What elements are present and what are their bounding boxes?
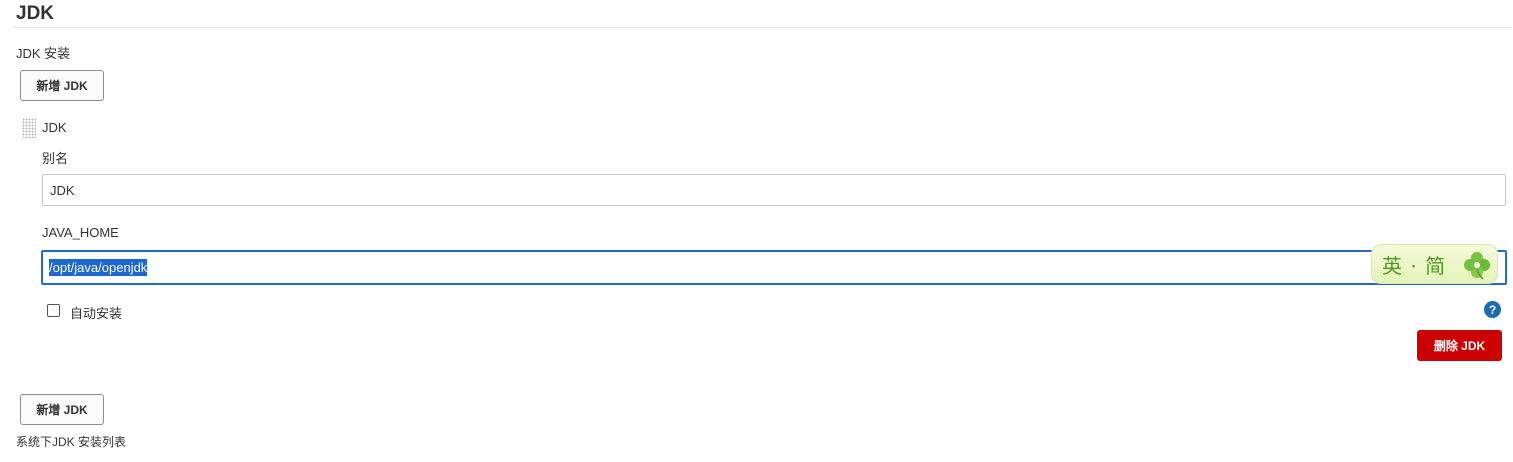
jdk-config-page: JDK JDK 安装 新增 JDK JDK 别名 JDK JAVA_HOME /… (0, 0, 1513, 462)
alias-label: 别名 (42, 151, 69, 166)
delete-jdk-button[interactable]: 删除 JDK (1417, 330, 1502, 361)
section-divider (14, 27, 1512, 28)
ime-status-indicator[interactable]: 英 · 简 (1371, 244, 1498, 284)
auto-install-checkbox[interactable] (47, 304, 60, 317)
alias-input-value: JDK (50, 182, 75, 198)
section-title: JDK (16, 3, 55, 24)
add-jdk-button-bottom[interactable]: 新增 JDK (20, 394, 104, 425)
drag-handle-icon[interactable] (22, 118, 36, 138)
jdk-list-description: 系统下JDK 安装列表 (16, 435, 127, 449)
java-home-input-value: /opt/java/openjdk (49, 259, 148, 276)
add-jdk-button-top[interactable]: 新增 JDK (20, 70, 104, 101)
java-home-label: JAVA_HOME (42, 225, 119, 240)
clover-icon (1464, 252, 1490, 280)
jdk-installations-label: JDK 安装 (16, 46, 71, 61)
alias-input[interactable]: JDK (42, 174, 1506, 206)
help-icon[interactable]: ? (1484, 301, 1501, 318)
jdk-item-title: JDK (42, 120, 67, 135)
ime-status-text: 英 · 简 (1382, 253, 1447, 278)
java-home-input[interactable]: /opt/java/openjdk (41, 250, 1507, 285)
auto-install-label: 自动安装 (70, 306, 123, 321)
